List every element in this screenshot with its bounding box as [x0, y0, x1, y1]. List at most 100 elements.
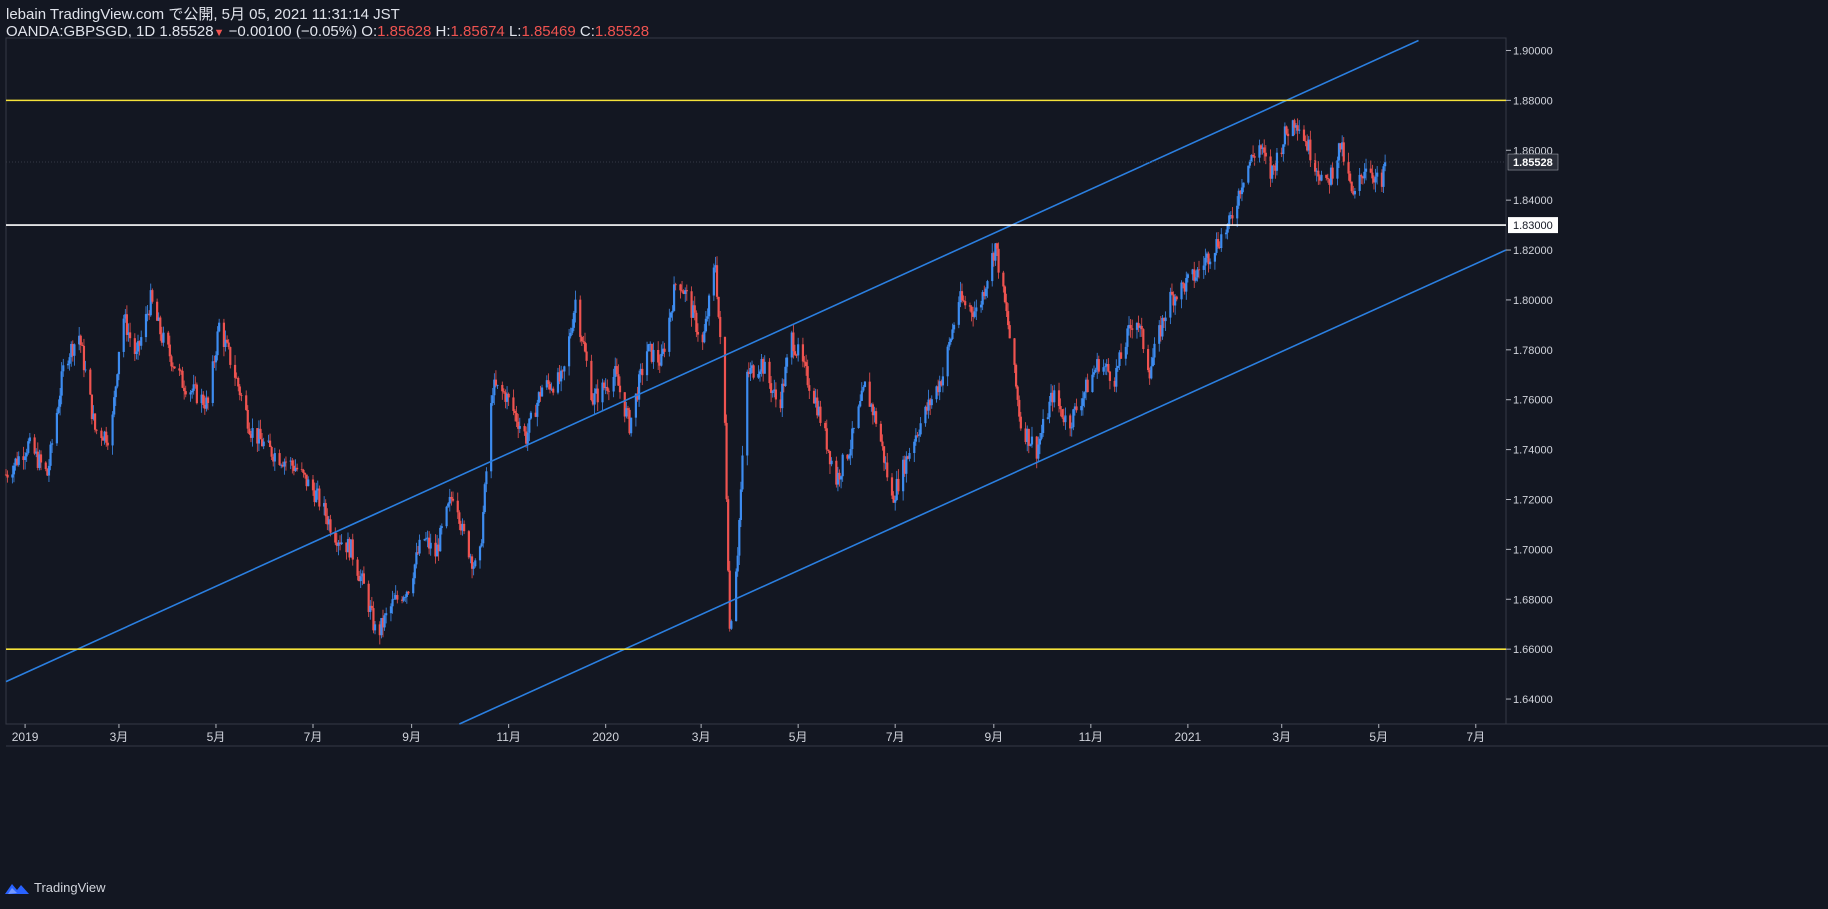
candle-body [515, 412, 518, 422]
candle-body [340, 542, 343, 545]
candle [1053, 384, 1056, 408]
plot-frame [5, 37, 1507, 725]
candle-body [1336, 160, 1339, 179]
candle-body [202, 394, 205, 405]
candle [863, 381, 867, 388]
candle-body [1282, 144, 1285, 155]
candle [801, 337, 805, 368]
candle-body [1298, 129, 1301, 131]
candle-body [1369, 168, 1372, 173]
candle-body [383, 615, 386, 628]
candle-body [1371, 172, 1374, 179]
candle-body [997, 248, 1000, 273]
x-tick-label: 9月 [402, 730, 421, 744]
candle-body [1325, 174, 1328, 178]
candle [905, 451, 908, 483]
candle [1358, 167, 1361, 196]
candle-body [728, 570, 731, 629]
candle-body [1008, 325, 1011, 339]
candle [111, 411, 114, 455]
candle-body [324, 503, 327, 517]
candle [1180, 280, 1183, 309]
candle-body [1019, 416, 1022, 429]
candle-body [144, 314, 148, 338]
candle [463, 520, 466, 535]
candle-body [494, 379, 498, 386]
candle-body [1236, 205, 1239, 219]
candle-body [1064, 415, 1067, 423]
candle-body [117, 351, 121, 375]
candle [125, 305, 128, 342]
candle-body [674, 284, 677, 286]
candle-body [93, 413, 97, 430]
candle-body [669, 312, 672, 318]
candle [583, 332, 587, 353]
candle-body [246, 409, 249, 429]
candle [684, 287, 687, 303]
candle [984, 287, 987, 300]
candle-body [1309, 139, 1312, 161]
candle [749, 362, 752, 381]
candle-body [1317, 170, 1320, 177]
candle-body [1002, 272, 1005, 287]
candle [133, 333, 136, 362]
candle-body [502, 391, 505, 393]
candle [178, 363, 181, 377]
candle-body [1037, 444, 1040, 459]
candle [606, 379, 609, 395]
x-tick-label: 2019 [12, 730, 39, 744]
candle [941, 367, 945, 393]
candle-body [1286, 133, 1290, 137]
candle [991, 243, 994, 287]
candle [1069, 413, 1072, 437]
candle [540, 384, 544, 397]
candle [496, 384, 499, 390]
x-tick-label: 5月 [207, 730, 226, 744]
candle-body [68, 357, 71, 364]
y-tick-label: 1.78000 [1513, 345, 1553, 357]
candle-body [819, 406, 822, 423]
candle-body [706, 316, 709, 319]
candle-body [25, 452, 28, 457]
candle-body [418, 539, 421, 554]
candle-body [478, 546, 482, 561]
candle-body [356, 559, 359, 576]
candle [89, 367, 92, 395]
candle [560, 365, 563, 392]
candle-body [1151, 357, 1154, 367]
candle-body [825, 428, 828, 450]
candle-body [552, 388, 555, 393]
candle-body [563, 366, 566, 372]
candle [660, 344, 663, 367]
candle-body [89, 369, 92, 395]
candle [494, 370, 498, 388]
candle-body [191, 390, 194, 393]
candle-body [797, 344, 800, 356]
candle [536, 399, 539, 427]
candle-body [1224, 232, 1228, 235]
candle-body [245, 395, 248, 410]
candle-body [100, 430, 103, 439]
candle-body [741, 455, 744, 490]
price-chart[interactable]: 1.64000 1.66000 1.68000 1.70000 1.72000 1.740… [0, 0, 1828, 909]
candle [195, 382, 198, 405]
candle-body [612, 376, 615, 392]
candle [590, 354, 593, 402]
candle [1107, 358, 1110, 373]
candle [245, 390, 248, 411]
candle-body [373, 624, 377, 631]
candle [1353, 187, 1356, 199]
candle [1086, 373, 1089, 393]
x-tick-label: 11月 [496, 730, 520, 744]
candle-body [467, 531, 470, 558]
candle-body [95, 429, 98, 431]
candle-body [660, 353, 663, 366]
candle-body [528, 418, 531, 433]
candle-body [1140, 325, 1143, 330]
candle-body [307, 479, 310, 487]
candle-body [214, 355, 218, 363]
candle-body [1003, 286, 1007, 303]
candle [763, 355, 766, 374]
candle [1119, 343, 1123, 360]
candle-body [105, 431, 108, 443]
